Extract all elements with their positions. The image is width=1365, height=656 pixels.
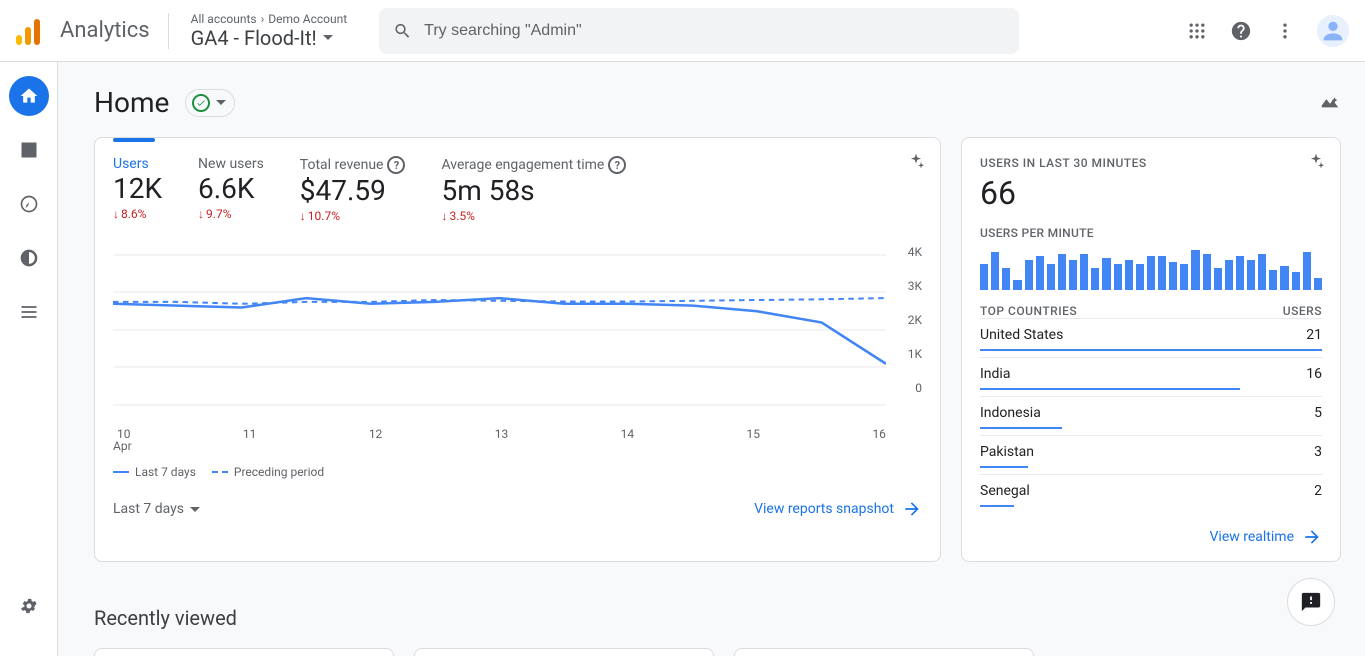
nav-reports[interactable] bbox=[9, 130, 49, 170]
recent-card[interactable] bbox=[734, 648, 1034, 656]
country-users: 3 bbox=[1314, 444, 1322, 460]
users-chart bbox=[113, 245, 886, 415]
metric-tab[interactable]: Total revenue?$47.59 ↓ 10.7% bbox=[300, 156, 406, 223]
metric-tab[interactable]: New users6.6K ↓ 9.7% bbox=[198, 156, 264, 223]
property-name: GA4 - Flood-It! bbox=[191, 26, 317, 50]
metric-delta: ↓ 9.7% bbox=[198, 207, 264, 221]
country-row: Pakistan 3 bbox=[980, 435, 1322, 474]
country-users: 2 bbox=[1314, 483, 1322, 499]
country-users: 21 bbox=[1306, 327, 1322, 343]
country-bar bbox=[980, 505, 1014, 507]
help-icon[interactable]: ? bbox=[387, 156, 405, 174]
metric-tab[interactable]: Users12K ↓ 8.6% bbox=[113, 156, 162, 223]
divider bbox=[168, 13, 169, 49]
reports-snapshot-link[interactable]: View reports snapshot bbox=[754, 499, 922, 519]
chevron-down-icon bbox=[190, 507, 200, 512]
page-title: Home bbox=[94, 86, 169, 119]
product-name: Analytics bbox=[60, 18, 150, 43]
realtime-value: 66 bbox=[980, 174, 1322, 212]
realtime-title: USERS IN LAST 30 MINUTES bbox=[980, 156, 1322, 170]
recent-card[interactable] bbox=[94, 648, 394, 656]
help-icon[interactable] bbox=[1229, 19, 1253, 43]
country-users: 5 bbox=[1314, 405, 1322, 421]
avatar[interactable] bbox=[1317, 15, 1349, 47]
metric-value: 12K bbox=[113, 172, 162, 205]
nav-explore[interactable] bbox=[9, 184, 49, 224]
metric-delta: ↓ 3.5% bbox=[441, 209, 626, 223]
metric-value: $47.59 bbox=[300, 174, 406, 207]
realtime-subtitle: USERS PER MINUTE bbox=[980, 226, 1322, 240]
metric-label: Total revenue? bbox=[300, 156, 406, 174]
country-bar bbox=[980, 427, 1062, 429]
apps-icon[interactable] bbox=[1185, 19, 1209, 43]
nav-home[interactable] bbox=[9, 76, 49, 116]
country-row: United States 21 bbox=[980, 318, 1322, 357]
more-icon[interactable] bbox=[1273, 19, 1297, 43]
chevron-down-icon bbox=[323, 35, 333, 40]
x-axis-month: Apr bbox=[113, 439, 922, 453]
date-range-picker[interactable]: Last 7 days bbox=[113, 501, 200, 517]
help-icon[interactable]: ? bbox=[608, 156, 626, 174]
metric-label: Users bbox=[113, 156, 162, 172]
users-per-minute-chart bbox=[980, 248, 1322, 290]
metric-label: New users bbox=[198, 156, 264, 172]
realtime-card: USERS IN LAST 30 MINUTES 66 USERS PER MI… bbox=[961, 137, 1341, 562]
y-axis-ticks: 4K3K2K1K0 bbox=[908, 245, 922, 395]
country-name: Pakistan bbox=[980, 444, 1034, 460]
country-row: India 16 bbox=[980, 357, 1322, 396]
search-icon bbox=[393, 21, 412, 41]
metric-value: 5m 58s bbox=[441, 174, 626, 207]
metric-tab[interactable]: Average engagement time?5m 58s ↓ 3.5% bbox=[441, 156, 626, 223]
arrow-down-icon: ↓ bbox=[113, 207, 119, 221]
arrow-down-icon: ↓ bbox=[198, 207, 204, 221]
country-name: Indonesia bbox=[980, 405, 1041, 421]
metric-value: 6.6K bbox=[198, 172, 264, 205]
country-bar bbox=[980, 388, 1240, 390]
country-users: 16 bbox=[1306, 366, 1322, 382]
legend-current: Last 7 days bbox=[113, 465, 196, 479]
recently-viewed-title: Recently viewed bbox=[94, 606, 1341, 630]
search-bar[interactable] bbox=[379, 8, 1019, 54]
arrow-down-icon: ↓ bbox=[441, 209, 447, 223]
search-input[interactable] bbox=[424, 22, 1005, 40]
breadcrumb-account: Demo Account bbox=[268, 12, 347, 26]
arrow-down-icon: ↓ bbox=[300, 209, 306, 223]
country-name: India bbox=[980, 366, 1010, 382]
legend-previous: Preceding period bbox=[212, 465, 324, 479]
insights-icon[interactable] bbox=[1319, 90, 1341, 116]
check-icon bbox=[192, 94, 210, 112]
feedback-button[interactable] bbox=[1287, 578, 1335, 626]
country-row: Indonesia 5 bbox=[980, 396, 1322, 435]
nav-advertising[interactable] bbox=[9, 238, 49, 278]
country-bar bbox=[980, 466, 1028, 468]
chevron-down-icon bbox=[216, 100, 226, 105]
metric-delta: ↓ 8.6% bbox=[113, 207, 162, 221]
breadcrumb-all: All accounts bbox=[191, 12, 257, 26]
ai-sparkle-icon[interactable] bbox=[1306, 152, 1326, 176]
country-name: United States bbox=[980, 327, 1063, 343]
nav-configure[interactable] bbox=[9, 292, 49, 332]
analytics-logo bbox=[16, 17, 42, 45]
top-countries-label: TOP COUNTRIES bbox=[980, 304, 1077, 318]
country-name: Senegal bbox=[980, 483, 1030, 499]
metric-delta: ↓ 10.7% bbox=[300, 209, 406, 223]
metric-label: Average engagement time? bbox=[441, 156, 626, 174]
tab-indicator bbox=[113, 138, 155, 142]
recent-card[interactable] bbox=[414, 648, 714, 656]
nav-admin[interactable] bbox=[9, 586, 49, 626]
status-pill[interactable] bbox=[185, 89, 235, 117]
metric-tabs: Users12K ↓ 8.6% New users6.6K ↓ 9.7% Total r… bbox=[113, 156, 922, 223]
countries-list: United States 21 India 16 Indonesia 5 Pakistan… bbox=[980, 318, 1322, 513]
view-realtime-link[interactable]: View realtime bbox=[1210, 527, 1322, 547]
overview-card: Users12K ↓ 8.6% New users6.6K ↓ 9.7% Total r… bbox=[94, 137, 941, 562]
account-picker[interactable]: All accounts › Demo Account GA4 - Flood-… bbox=[181, 12, 358, 50]
country-bar bbox=[980, 349, 1322, 351]
users-column-label: USERS bbox=[1283, 304, 1322, 318]
country-row: Senegal 2 bbox=[980, 474, 1322, 513]
